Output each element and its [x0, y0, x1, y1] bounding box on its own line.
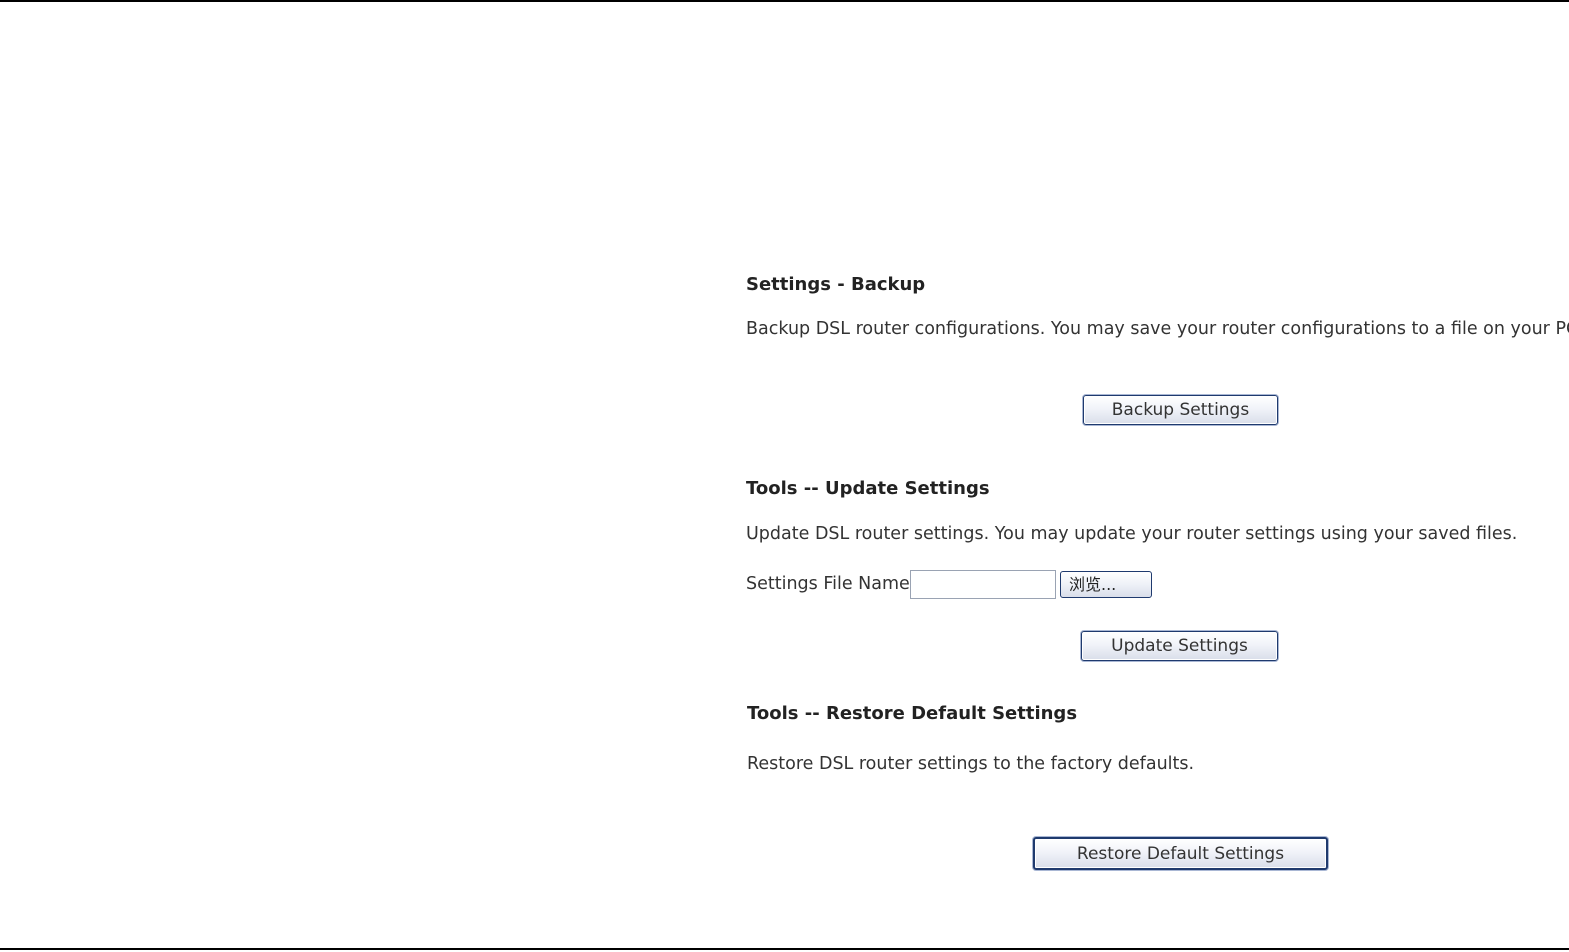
restore-section-title: Tools -- Restore Default Settings	[747, 703, 1078, 724]
bottom-divider	[0, 948, 1569, 950]
settings-file-name-label: Settings File Name:	[746, 574, 916, 594]
update-settings-button[interactable]: Update Settings	[1081, 631, 1278, 661]
update-section-title: Tools -- Update Settings	[746, 478, 990, 499]
backup-section-title: Settings - Backup	[746, 274, 926, 295]
page: Settings - Backup Backup DSL router conf…	[0, 0, 1569, 952]
backup-settings-button[interactable]: Backup Settings	[1083, 395, 1278, 425]
top-divider	[0, 0, 1569, 2]
restore-section-description: Restore DSL router settings to the facto…	[747, 754, 1195, 774]
backup-section-description: Backup DSL router configurations. You ma…	[746, 319, 1569, 339]
update-section-description: Update DSL router settings. You may upda…	[746, 524, 1518, 544]
browse-button[interactable]: 浏览...	[1060, 571, 1152, 598]
restore-default-settings-button[interactable]: Restore Default Settings	[1033, 837, 1328, 870]
settings-file-name-input[interactable]	[910, 570, 1056, 599]
